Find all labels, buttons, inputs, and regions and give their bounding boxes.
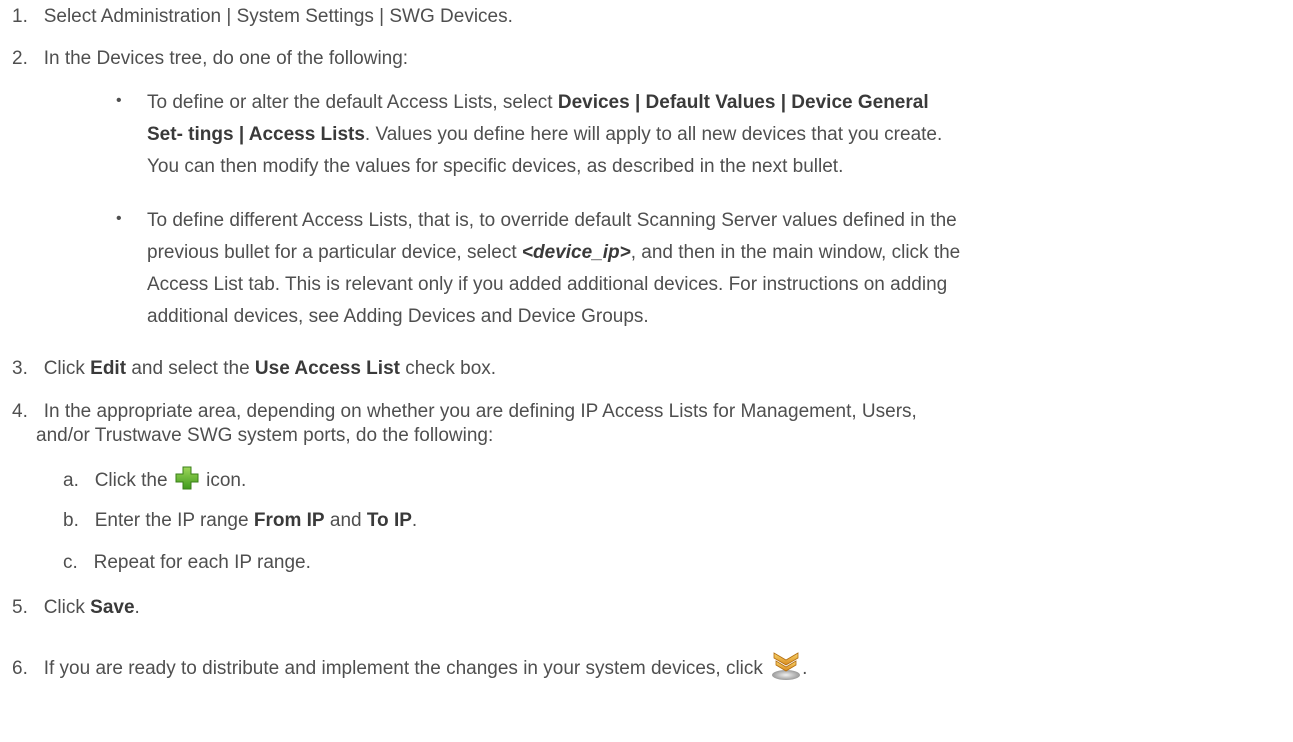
step-5: 5. Click Save. — [12, 597, 140, 618]
substep-letter: b. — [63, 510, 79, 531]
step-1: 1. Select Administration | System Settin… — [12, 5, 513, 29]
bullet-2-line-1: To define different Access Lists, that i… — [147, 210, 957, 231]
substep-letter: a. — [63, 470, 79, 491]
edit-label: Edit — [90, 358, 127, 379]
step-6: 6. If you are ready to distribute and im… — [12, 649, 807, 681]
bullet-text: previous bullet for a particular device,… — [147, 242, 522, 263]
step-number: 2. — [12, 48, 28, 69]
substep-a: a. Click the icon. — [63, 466, 246, 493]
substep-letter: c. — [63, 552, 78, 573]
step-2: 2. In the Devices tree, do one of the fo… — [12, 47, 408, 71]
bullet-glyph: • — [116, 210, 122, 227]
deploy-icon — [770, 649, 802, 681]
bullet-1-line-3: You can then modify the values for speci… — [147, 156, 844, 177]
step-number: 1. — [12, 6, 28, 27]
step-number: 3. — [12, 358, 28, 379]
step-text: If you are ready to distribute and imple… — [43, 658, 769, 679]
to-ip-label: To IP — [366, 510, 412, 531]
step-text: In the Devices tree, do one of the follo… — [43, 48, 409, 69]
step-number: 4. — [12, 401, 28, 422]
step-3: 3. Click Edit and select the Use Access … — [12, 358, 497, 379]
menu-path: Devices | Default Values | Device Genera… — [557, 92, 929, 113]
bullet-1-line-1: To define or alter the default Access Li… — [147, 91, 929, 115]
from-ip-label: From IP — [253, 510, 325, 531]
step-text: Select Administration | System Settings … — [43, 6, 513, 27]
bullet-text: To define or alter the default Access Li… — [147, 92, 558, 113]
substep-b: b. Enter the IP range From IP and To IP. — [63, 510, 418, 531]
device-ip-placeholder: <device_ip> — [521, 242, 631, 263]
step-text: In the appropriate area, depending on wh… — [43, 401, 917, 422]
bullet-1-line-2: Set- tings | Access Lists. Values you de… — [147, 123, 942, 147]
bullet-text: . Values you define here will apply to a… — [364, 124, 943, 145]
step-number: 5. — [12, 597, 28, 618]
substep-text: Repeat for each IP range. — [93, 552, 311, 573]
step-number: 6. — [12, 658, 28, 679]
step-4-line-2: and/or Trustwave SWG system ports, do th… — [36, 425, 494, 446]
use-access-list-label: Use Access List — [254, 358, 400, 379]
bullet-2-line-2: previous bullet for a particular device,… — [147, 241, 960, 265]
bullet-glyph: • — [116, 92, 122, 109]
bullet-text: , and then in the main window, click the — [630, 242, 961, 263]
menu-path: Set- tings | Access Lists — [147, 124, 365, 145]
bullet-2-line-4: additional devices, see Adding Devices a… — [147, 306, 649, 327]
bullet-2-line-3: Access List tab. This is relevant only i… — [147, 274, 948, 295]
substep-c: c. Repeat for each IP range. — [63, 551, 311, 575]
save-label: Save — [90, 597, 135, 618]
plus-icon — [175, 466, 199, 490]
step-4-line-1: 4. In the appropriate area, depending on… — [12, 400, 917, 424]
